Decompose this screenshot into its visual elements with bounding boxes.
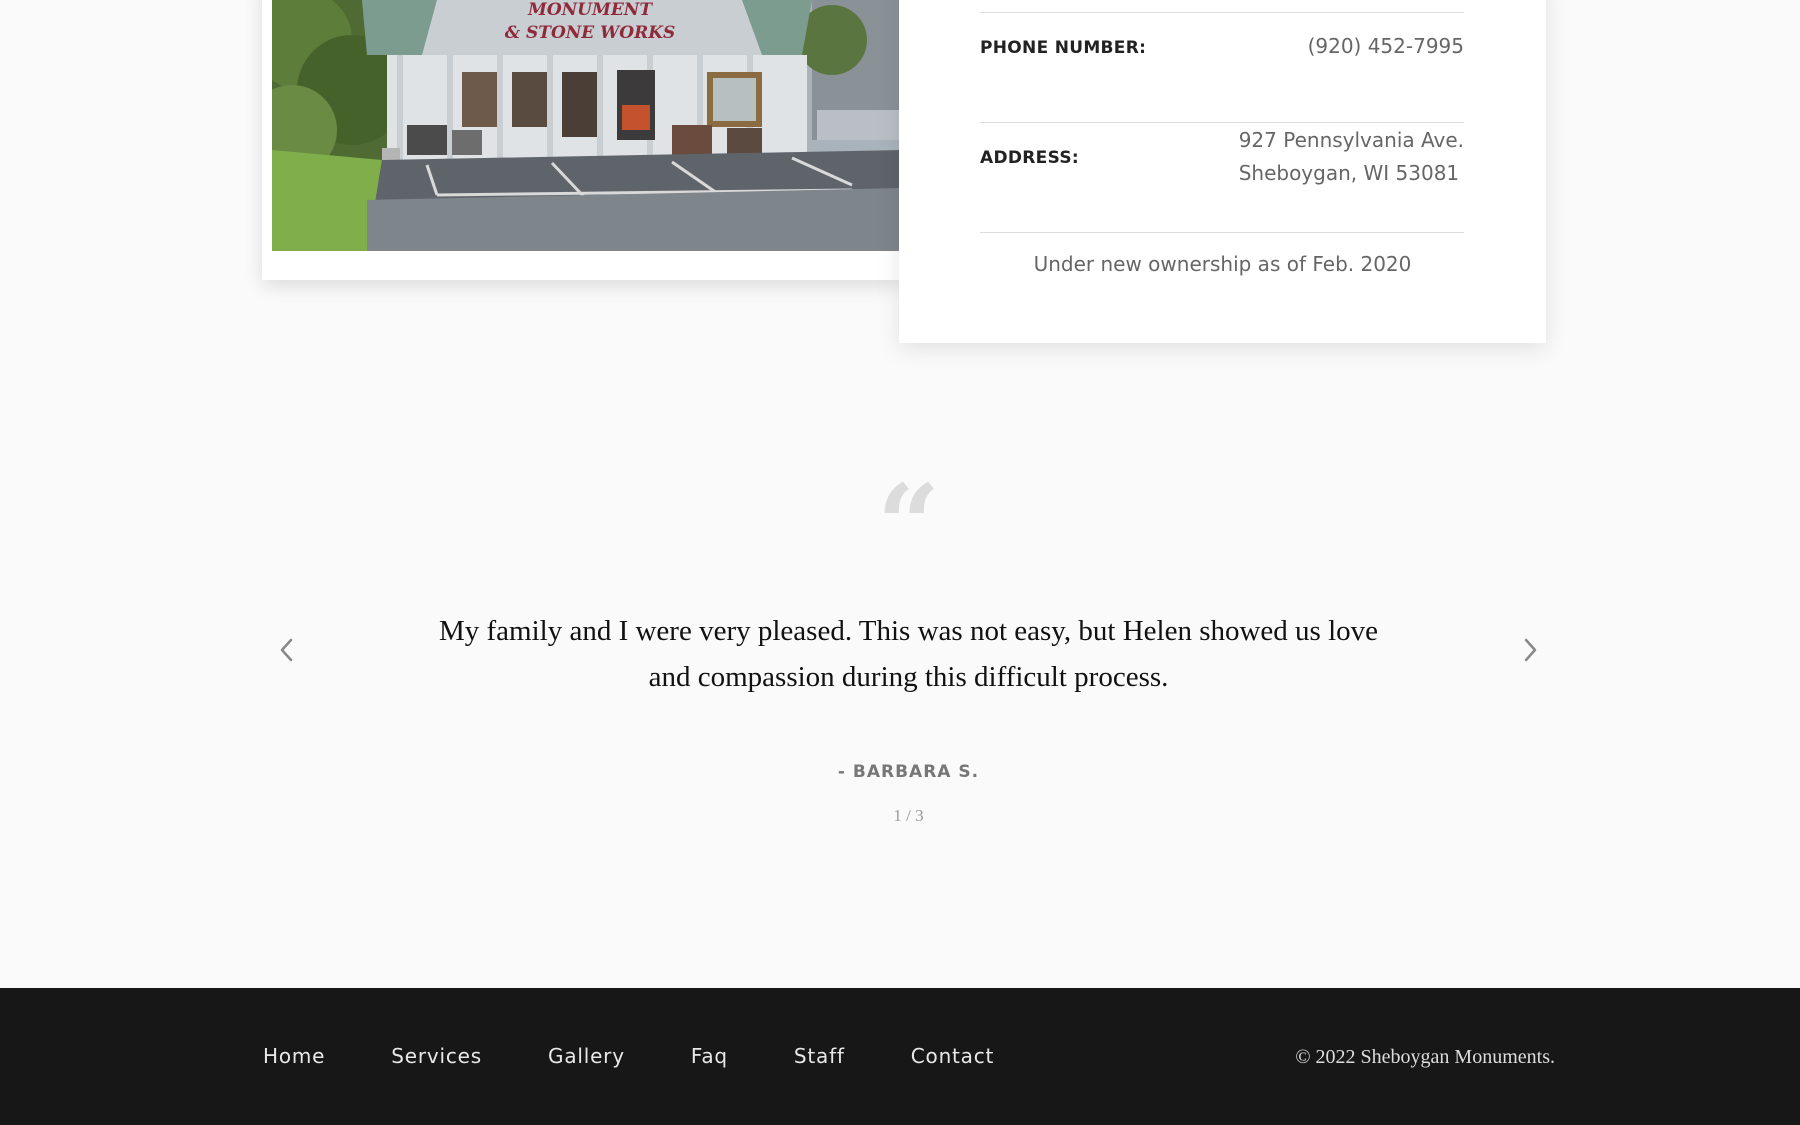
footer-nav-gallery[interactable]: Gallery bbox=[548, 1044, 625, 1068]
footer-nav: Home Services Gallery Faq Staff Contact bbox=[263, 1044, 1060, 1068]
store-photo-card: MONUMENT & STONE WORKS bbox=[262, 0, 902, 280]
divider bbox=[980, 12, 1464, 13]
sign-line-2: & STONE WORKS bbox=[505, 23, 676, 43]
phone-label: PHONE NUMBER: bbox=[980, 38, 1147, 58]
quote-mark-icon: “ bbox=[876, 460, 941, 589]
testimonial-text: My family and I were very pleased. This … bbox=[438, 615, 1379, 693]
sign-line-1: MONUMENT bbox=[527, 0, 653, 20]
store-photo: MONUMENT & STONE WORKS bbox=[272, 0, 902, 251]
chevron-right-icon bbox=[1524, 638, 1537, 662]
storefront-image: MONUMENT & STONE WORKS bbox=[272, 0, 902, 251]
divider bbox=[980, 232, 1464, 233]
address-line-2: Sheboygan, WI 53081 bbox=[1238, 161, 1460, 185]
footer-nav-contact[interactable]: Contact bbox=[911, 1044, 994, 1068]
copyright: © 2022 Sheboygan Monuments. bbox=[1295, 1046, 1555, 1068]
carousel-pager: 1 / 3 bbox=[893, 806, 924, 825]
phone-value[interactable]: (920) 452-7995 bbox=[1308, 30, 1464, 63]
footer-nav-faq[interactable]: Faq bbox=[691, 1044, 728, 1068]
carousel-next-button[interactable] bbox=[1513, 633, 1547, 667]
footer-nav-services[interactable]: Services bbox=[391, 1044, 482, 1068]
ownership-note: Under new ownership as of Feb. 2020 bbox=[1033, 252, 1412, 276]
chevron-left-icon bbox=[280, 638, 293, 662]
contact-info-card: PHONE NUMBER: (920) 452-7995 ADDRESS: 92… bbox=[899, 0, 1546, 343]
testimonial-author: - BARBARA S. bbox=[837, 762, 980, 782]
carousel-prev-button[interactable] bbox=[270, 633, 304, 667]
address-label: ADDRESS: bbox=[980, 148, 1080, 168]
divider bbox=[980, 122, 1464, 123]
address-line-1: 927 Pennsylvania Ave. bbox=[1238, 128, 1464, 152]
footer-nav-home[interactable]: Home bbox=[263, 1044, 325, 1068]
footer-nav-staff[interactable]: Staff bbox=[794, 1044, 845, 1068]
footer: Home Services Gallery Faq Staff Contact … bbox=[0, 988, 1800, 1125]
address-value: 927 Pennsylvania Ave. Sheboygan, WI 5308… bbox=[1239, 124, 1464, 190]
